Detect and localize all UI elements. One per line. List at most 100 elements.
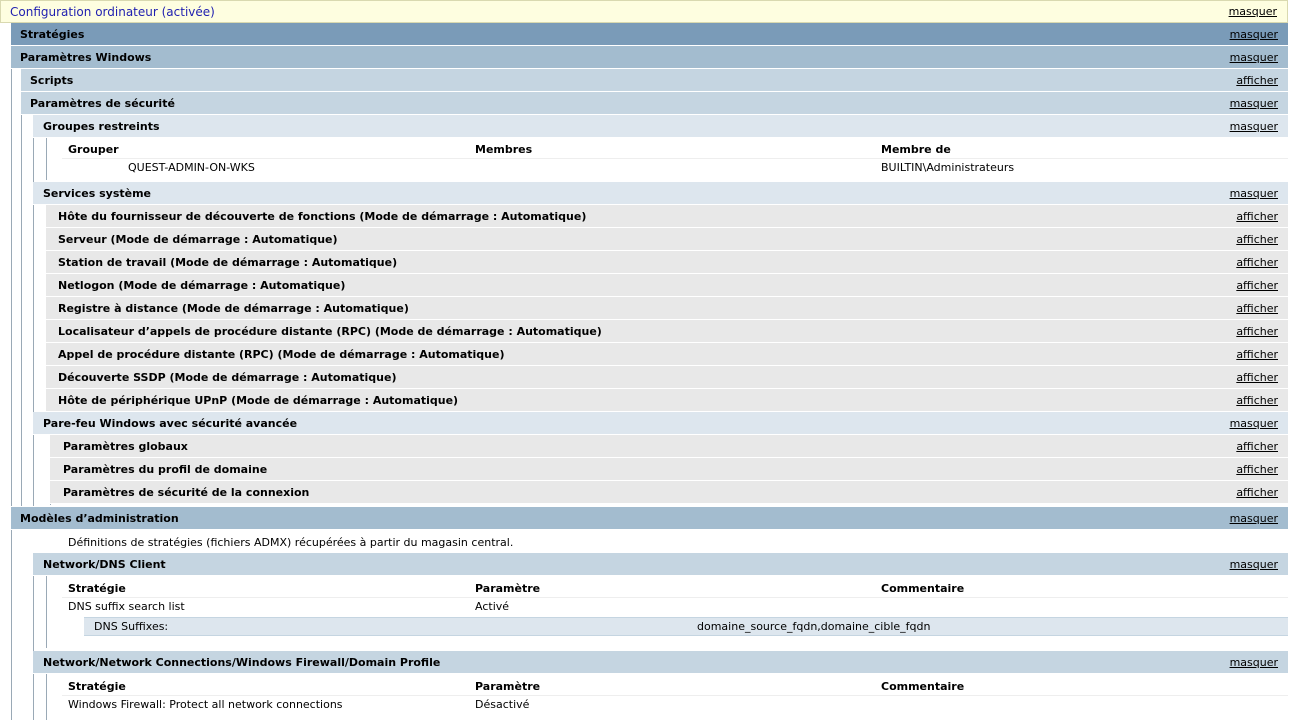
hide-link[interactable]: masquer (1230, 656, 1288, 669)
admin-templates-note: Définitions de stratégies (fichiers ADMX… (68, 536, 514, 549)
section-firewall-advanced: Pare-feu Windows avec sécurité avancée m… (33, 412, 1288, 435)
service-label: Découverte SSDP (Mode de démarrage : Aut… (58, 370, 397, 384)
table-cell: BUILTIN\Administrateurs (881, 161, 1015, 174)
show-link[interactable]: afficher (1236, 486, 1288, 499)
section-title: Modèles d’administration (20, 511, 179, 525)
service-label: Registre à distance (Mode de démarrage :… (58, 301, 409, 315)
show-link[interactable]: afficher (1236, 256, 1288, 269)
section-title: Pare-feu Windows avec sécurité avancée (43, 416, 298, 430)
table-cell: Windows Firewall: Protect all network co… (68, 698, 343, 711)
column-header: Grouper (68, 143, 119, 156)
show-link[interactable]: afficher (1236, 371, 1288, 384)
section-title: Network/DNS Client (43, 557, 166, 571)
section-computer-config: Configuration ordinateur (activée) masqu… (0, 0, 1288, 23)
firewall-label: Paramètres du profil de domaine (63, 462, 268, 476)
section-admin-templates: Modèles d’administration masquer (11, 507, 1288, 530)
tree-guide (11, 46, 12, 506)
show-link[interactable]: afficher (1236, 302, 1288, 315)
hide-link[interactable]: masquer (1230, 120, 1288, 133)
show-link[interactable]: afficher (1236, 348, 1288, 361)
service-item: Station de travail (Mode de démarrage : … (46, 251, 1288, 274)
column-header: Membre de (881, 143, 951, 156)
section-title: Paramètres Windows (20, 50, 152, 64)
show-link[interactable]: afficher (1236, 440, 1288, 453)
show-link[interactable]: afficher (1236, 233, 1288, 246)
hide-link[interactable]: masquer (1230, 558, 1288, 571)
table-cell: DNS suffix search list (68, 600, 185, 613)
show-link[interactable]: afficher (1236, 463, 1288, 476)
section-title: Services système (43, 186, 152, 200)
tree-guide (46, 576, 47, 648)
sub-label: DNS Suffixes: (94, 620, 169, 633)
show-link[interactable]: afficher (1236, 74, 1288, 87)
hide-link[interactable]: masquer (1230, 51, 1288, 64)
section-dns-client: Network/DNS Client masquer (33, 553, 1288, 576)
tree-guide (46, 674, 47, 720)
column-header: Paramètre (475, 680, 541, 693)
tree-guide (46, 138, 47, 180)
service-item: Hôte de périphérique UPnP (Mode de démar… (46, 389, 1288, 412)
tree-guide (11, 530, 12, 720)
service-item: Découverte SSDP (Mode de démarrage : Aut… (46, 366, 1288, 389)
column-header: Stratégie (68, 680, 126, 693)
table-cell (475, 161, 881, 177)
table-row: Windows Firewall: Protect all network co… (62, 698, 1288, 714)
section-security-settings: Paramètres de sécurité masquer (21, 92, 1288, 115)
firewall-item: Paramètres du profil de domaine afficher (50, 458, 1288, 481)
service-label: Serveur (Mode de démarrage : Automatique… (58, 232, 338, 246)
column-header: Membres (475, 143, 533, 156)
column-header: Commentaire (881, 582, 965, 595)
hide-link[interactable]: masquer (1230, 417, 1288, 430)
show-link[interactable]: afficher (1236, 394, 1288, 407)
section-system-services: Services système masquer (33, 182, 1288, 205)
show-link[interactable]: afficher (1236, 325, 1288, 338)
service-label: Appel de procédure distante (RPC) (Mode … (58, 347, 505, 361)
dns-suffixes-row: DNS Suffixes: domaine_source_fqdn,domain… (84, 617, 1288, 636)
hide-link[interactable]: masquer (1230, 28, 1288, 41)
section-title: Groupes restreints (43, 119, 160, 133)
hide-link[interactable]: masquer (1230, 512, 1288, 525)
service-label: Hôte de périphérique UPnP (Mode de démar… (58, 393, 459, 407)
firewall-table-header: Stratégie Paramètre Commentaire (62, 680, 1288, 696)
table-cell: QUEST-ADMIN-ON-WKS (128, 161, 255, 174)
service-item: Registre à distance (Mode de démarrage :… (46, 297, 1288, 320)
show-link[interactable]: afficher (1236, 279, 1288, 292)
hide-link[interactable]: masquer (1230, 97, 1288, 110)
firewall-item: Paramètres globaux afficher (50, 435, 1288, 458)
column-header: Commentaire (881, 680, 965, 693)
table-row: QUEST-ADMIN-ON-WKS BUILTIN\Administrateu… (62, 161, 1288, 177)
table-cell: Activé (475, 600, 510, 613)
section-title: Stratégies (20, 27, 85, 41)
firewall-item: Paramètres de sécurité de la connexion af… (50, 481, 1288, 504)
hide-link[interactable]: masquer (1229, 5, 1287, 18)
show-link[interactable]: afficher (1236, 210, 1288, 223)
section-title: Scripts (30, 73, 74, 87)
tree-guide (33, 553, 34, 720)
section-scripts: Scripts afficher (21, 69, 1288, 92)
firewall-label: Paramètres globaux (63, 439, 188, 453)
dns-table-header: Stratégie Paramètre Commentaire (62, 582, 1288, 598)
service-item: Serveur (Mode de démarrage : Automatique… (46, 228, 1288, 251)
table-cell: Désactivé (475, 698, 530, 711)
service-item: Appel de procédure distante (RPC) (Mode … (46, 343, 1288, 366)
service-item: Netlogon (Mode de démarrage : Automatiqu… (46, 274, 1288, 297)
section-title: Configuration ordinateur (activée) (10, 4, 215, 19)
tree-guide (33, 115, 34, 506)
section-restricted-groups: Groupes restreints masquer (33, 115, 1288, 138)
firewall-label: Paramètres de sécurité de la connexion (63, 485, 310, 499)
section-strategies: Stratégies masquer (11, 23, 1288, 46)
service-label: Hôte du fournisseur de découverte de fon… (58, 209, 587, 223)
section-title: Network/Network Connections/Windows Fire… (43, 655, 441, 669)
sub-value: domaine_source_fqdn,domaine_cible_fqdn (697, 620, 931, 633)
column-header: Stratégie (68, 582, 126, 595)
hide-link[interactable]: masquer (1230, 187, 1288, 200)
table-row: DNS suffix search list Activé (62, 600, 1288, 616)
service-label: Station de travail (Mode de démarrage : … (58, 255, 398, 269)
restricted-groups-table-header: Grouper Membres Membre de (62, 143, 1288, 159)
service-label: Netlogon (Mode de démarrage : Automatiqu… (58, 278, 346, 292)
service-item: Hôte du fournisseur de découverte de fon… (46, 205, 1288, 228)
column-header: Paramètre (475, 582, 541, 595)
tree-guide (21, 92, 22, 506)
section-windows-settings: Paramètres Windows masquer (11, 46, 1288, 69)
section-windows-firewall-domain-profile: Network/Network Connections/Windows Fire… (33, 651, 1288, 674)
